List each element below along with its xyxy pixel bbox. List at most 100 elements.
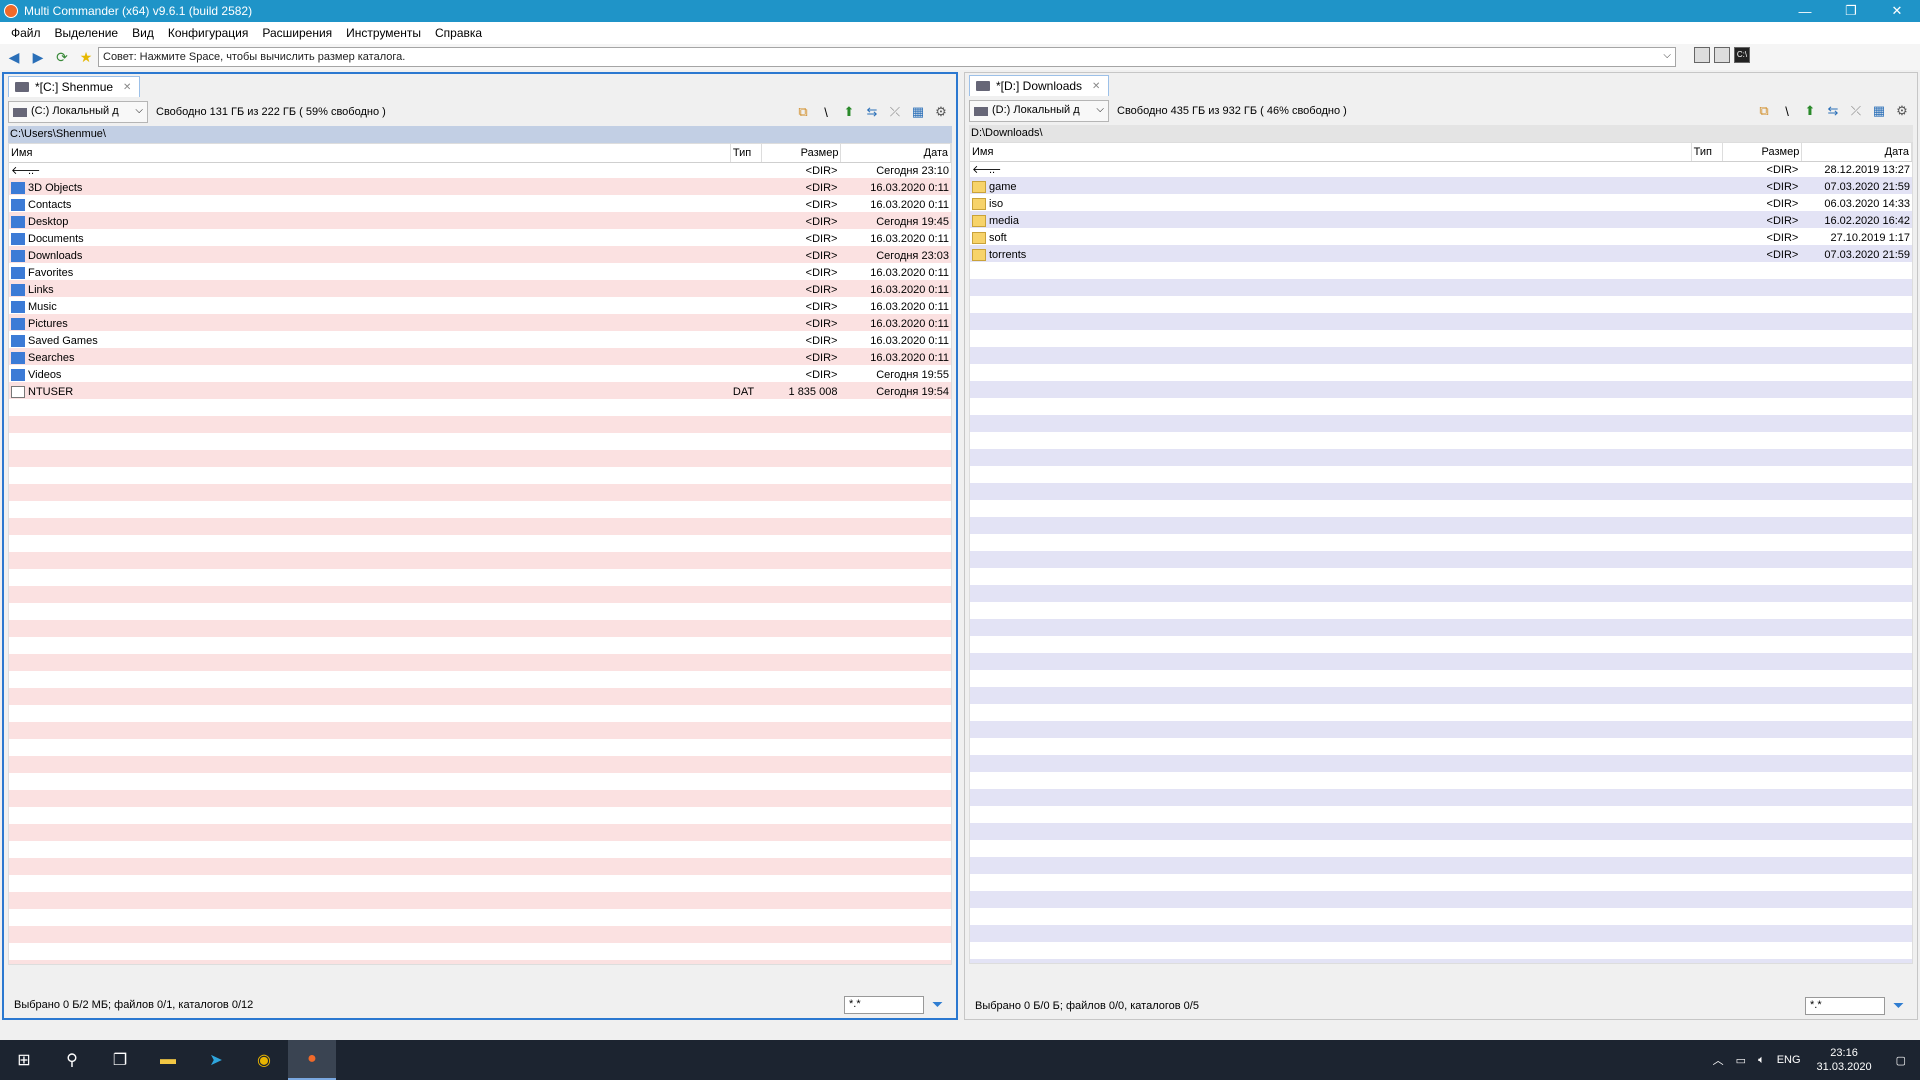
left-rows: 🡐.. <DIR> Сегодня 23:10 3D Objects <DIR> 16.0…	[9, 163, 951, 401]
folder-icon	[972, 249, 986, 261]
col-size[interactable]: Размер	[762, 144, 842, 162]
volume-icon[interactable]: 🔈︎	[1752, 1054, 1771, 1067]
close-button[interactable]: ✕	[1874, 0, 1920, 22]
menu-extensions[interactable]: Расширения	[255, 26, 339, 40]
table-row[interactable]: Music <DIR> 16.03.2020 0:11	[9, 299, 951, 316]
chevron-down-icon[interactable]: ⌵	[1663, 50, 1671, 61]
back-arrow-icon[interactable]: ◀	[4, 47, 24, 67]
sync-icon[interactable]: ⤫	[1847, 103, 1865, 119]
table-row[interactable]: Desktop <DIR> Сегодня 19:45	[9, 214, 951, 231]
row-name-text: ..	[28, 165, 35, 177]
menu-file[interactable]: Файл	[4, 26, 48, 40]
chevron-down-icon: ⌵	[1096, 104, 1104, 115]
chrome-icon[interactable]: ◉	[240, 1040, 288, 1080]
forward-arrow-icon[interactable]: ▶	[28, 47, 48, 67]
task-view-icon[interactable]: ❐	[96, 1040, 144, 1080]
settings-icon[interactable]: ⚙	[1893, 103, 1911, 119]
right-file-list[interactable]: Имя Тип Размер Дата 🡐.. <DIR> 28.12.2019 1…	[969, 142, 1913, 964]
table-row[interactable]: Pictures <DIR> 16.03.2020 0:11	[9, 316, 951, 333]
col-name[interactable]: Имя	[970, 143, 1692, 161]
layout-icon[interactable]: ▦	[1870, 103, 1888, 119]
path-bar[interactable]: C:\Users\Shenmue\	[8, 126, 952, 143]
menu-tools[interactable]: Инструменты	[339, 26, 428, 40]
command-line-field[interactable]: Совет: Нажмите Space, чтобы вычислить ра…	[98, 47, 1676, 67]
filter-funnel-icon[interactable]: ⏷	[932, 997, 946, 1011]
refresh-icon[interactable]: ⟳	[52, 47, 72, 67]
table-row[interactable]: 🡐.. <DIR> 28.12.2019 13:27	[970, 162, 1912, 179]
network-icon[interactable]: ⧉	[1755, 103, 1773, 119]
sync-icon[interactable]: ⤫	[886, 104, 904, 120]
console-icon[interactable]: C:\	[1734, 47, 1750, 63]
col-name[interactable]: Имя	[9, 144, 731, 162]
table-row[interactable]: soft <DIR> 27.10.2019 1:17	[970, 230, 1912, 247]
row-name: 🡐..	[9, 165, 731, 177]
table-row[interactable]: game <DIR> 07.03.2020 21:59	[970, 179, 1912, 196]
parent-folder-icon[interactable]: ⬆	[1801, 103, 1819, 119]
notifications-icon[interactable]: ▢	[1882, 1054, 1920, 1067]
table-row[interactable]: Saved Games <DIR> 16.03.2020 0:11	[9, 333, 951, 350]
folder-icon	[972, 181, 986, 193]
row-size: <DIR>	[805, 301, 838, 313]
drive-select[interactable]: (C:) Локальный д ⌵	[8, 101, 148, 123]
table-row[interactable]: iso <DIR> 06.03.2020 14:33	[970, 196, 1912, 213]
system-tray: ︿ ▭ 🔈︎ ENG 23:16 31.03.2020 ▢	[1707, 1040, 1920, 1080]
col-date[interactable]: Дата	[1802, 143, 1912, 161]
menu-help[interactable]: Справка	[428, 26, 489, 40]
filter-input[interactable]: *.*	[1805, 997, 1885, 1015]
language-indicator[interactable]: ENG	[1771, 1054, 1807, 1066]
parent-folder-icon[interactable]: ⬆	[840, 104, 858, 120]
notepad-icon[interactable]	[1714, 47, 1730, 63]
menu-selection[interactable]: Выделение	[48, 26, 126, 40]
table-row[interactable]: Downloads <DIR> Сегодня 23:03	[9, 248, 951, 265]
menu-configuration[interactable]: Конфигурация	[161, 26, 256, 40]
table-row[interactable]: Videos <DIR> Сегодня 19:55	[9, 367, 951, 384]
col-size[interactable]: Размер	[1723, 143, 1803, 161]
col-date[interactable]: Дата	[841, 144, 951, 162]
settings-icon[interactable]: ⚙	[932, 104, 950, 120]
table-row[interactable]: Documents <DIR> 16.03.2020 0:11	[9, 231, 951, 248]
table-row[interactable]: Favorites <DIR> 16.03.2020 0:11	[9, 265, 951, 282]
table-row[interactable]: Contacts <DIR> 16.03.2020 0:11	[9, 197, 951, 214]
left-file-list[interactable]: Имя Тип Размер Дата 🡐.. <DIR> Сегодня 23:1…	[8, 143, 952, 965]
close-tab-icon[interactable]: ✕	[123, 82, 131, 93]
table-row[interactable]: torrents <DIR> 07.03.2020 21:59	[970, 247, 1912, 264]
tab-c-shenmue[interactable]: *[C:] Shenmue ✕	[8, 76, 141, 97]
file-explorer-icon[interactable]: ▬	[144, 1040, 192, 1080]
restore-button[interactable]: ❐	[1828, 0, 1874, 22]
table-row[interactable]: NTUSER DAT 1 835 008 Сегодня 19:54	[9, 384, 951, 401]
clock[interactable]: 23:16 31.03.2020	[1807, 1046, 1882, 1074]
favorites-star-icon[interactable]: ★	[76, 47, 96, 67]
right-tools: C:\	[1694, 47, 1750, 63]
drive-select[interactable]: (D:) Локальный д ⌵	[969, 100, 1109, 122]
drive-icon	[15, 82, 29, 92]
filter-funnel-icon[interactable]: ⏷	[1893, 998, 1907, 1012]
close-tab-icon[interactable]: ✕	[1092, 81, 1100, 92]
tab-d-downloads[interactable]: *[D:] Downloads ✕	[969, 75, 1110, 96]
tab-label: *[C:] Shenmue	[35, 80, 114, 94]
table-row[interactable]: media <DIR> 16.02.2020 16:42	[970, 213, 1912, 230]
row-name: Downloads	[9, 250, 731, 262]
table-row[interactable]: Links <DIR> 16.03.2020 0:11	[9, 282, 951, 299]
root-icon[interactable]: \	[817, 104, 835, 120]
search-icon[interactable]: ⚲	[48, 1040, 96, 1080]
swap-icon[interactable]: ⇆	[1824, 103, 1842, 119]
table-row[interactable]: Searches <DIR> 16.03.2020 0:11	[9, 350, 951, 367]
menu-view[interactable]: Вид	[125, 26, 161, 40]
minimize-button[interactable]: —	[1782, 0, 1828, 22]
tray-chevron-up-icon[interactable]: ︿	[1707, 1052, 1730, 1068]
col-type[interactable]: Тип	[731, 144, 762, 162]
network-icon[interactable]: ⧉	[794, 104, 812, 120]
windows-start-icon[interactable]: ⊞	[0, 1040, 48, 1080]
table-row[interactable]: 3D Objects <DIR> 16.03.2020 0:11	[9, 180, 951, 197]
table-row[interactable]: 🡐.. <DIR> Сегодня 23:10	[9, 163, 951, 180]
filter-input[interactable]: *.*	[844, 996, 924, 1014]
network-tray-icon[interactable]: ▭	[1730, 1054, 1752, 1067]
root-icon[interactable]: \	[1778, 103, 1796, 119]
col-type[interactable]: Тип	[1692, 143, 1723, 161]
copy-icon[interactable]	[1694, 47, 1710, 63]
telegram-icon[interactable]: ➤	[192, 1040, 240, 1080]
swap-icon[interactable]: ⇆	[863, 104, 881, 120]
multi-commander-icon[interactable]: ●	[288, 1040, 336, 1080]
path-bar[interactable]: D:\Downloads\	[969, 125, 1913, 142]
layout-icon[interactable]: ▦	[909, 104, 927, 120]
